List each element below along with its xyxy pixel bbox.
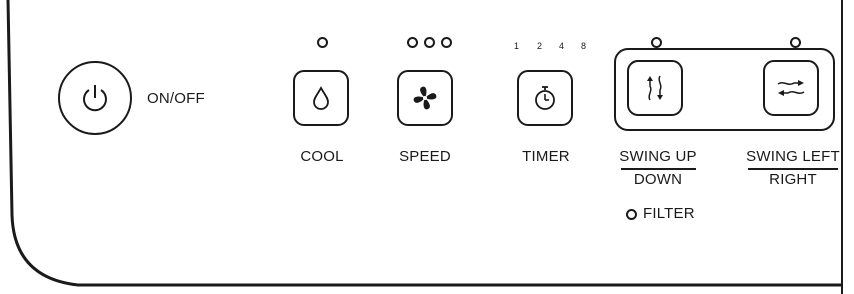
power-button[interactable] bbox=[58, 61, 132, 135]
swing-left-right-button[interactable] bbox=[763, 60, 819, 116]
swing-up-down-button[interactable] bbox=[627, 60, 683, 116]
swing-left-right-divider bbox=[748, 168, 838, 170]
power-label: ON/OFF bbox=[147, 90, 205, 107]
control-panel: ON/OFF COOL SPEED 1 2 4 8 TIMER SWING UP… bbox=[0, 0, 854, 294]
swing-left-right-indicator-led bbox=[790, 37, 801, 48]
timer-step-8: 8 bbox=[581, 41, 587, 51]
cool-button[interactable] bbox=[293, 70, 349, 126]
timer-label: TIMER bbox=[522, 148, 570, 165]
filter-label: FILTER bbox=[643, 205, 695, 222]
timer-step-4: 4 bbox=[559, 41, 565, 51]
speed-label: SPEED bbox=[399, 148, 451, 165]
speed-indicator-led-1 bbox=[407, 37, 418, 48]
speed-indicator-led-3 bbox=[441, 37, 452, 48]
swing-up-down-label-bottom: DOWN bbox=[633, 171, 683, 188]
timer-step-1: 1 bbox=[514, 41, 520, 51]
swing-left-right-icon bbox=[777, 80, 805, 96]
swing-left-right-label-top: SWING LEFT bbox=[746, 148, 840, 165]
timer-button[interactable] bbox=[517, 70, 573, 126]
swing-up-down-label-top: SWING UP bbox=[619, 148, 697, 165]
speed-button[interactable] bbox=[397, 70, 453, 126]
fan-icon bbox=[413, 86, 437, 110]
cool-indicator-led bbox=[317, 37, 328, 48]
timer-icon bbox=[535, 86, 555, 110]
cool-label: COOL bbox=[300, 148, 344, 165]
timer-step-2: 2 bbox=[537, 41, 543, 51]
water-drop-icon bbox=[313, 86, 329, 110]
speed-indicator-led-2 bbox=[424, 37, 435, 48]
power-icon bbox=[83, 85, 107, 112]
filter-indicator-led bbox=[626, 209, 637, 220]
swing-up-down-indicator-led bbox=[651, 37, 662, 48]
swing-left-right-label-bottom: RIGHT bbox=[769, 171, 817, 188]
swing-up-down-divider bbox=[621, 168, 696, 170]
swing-up-down-icon bbox=[647, 75, 663, 101]
